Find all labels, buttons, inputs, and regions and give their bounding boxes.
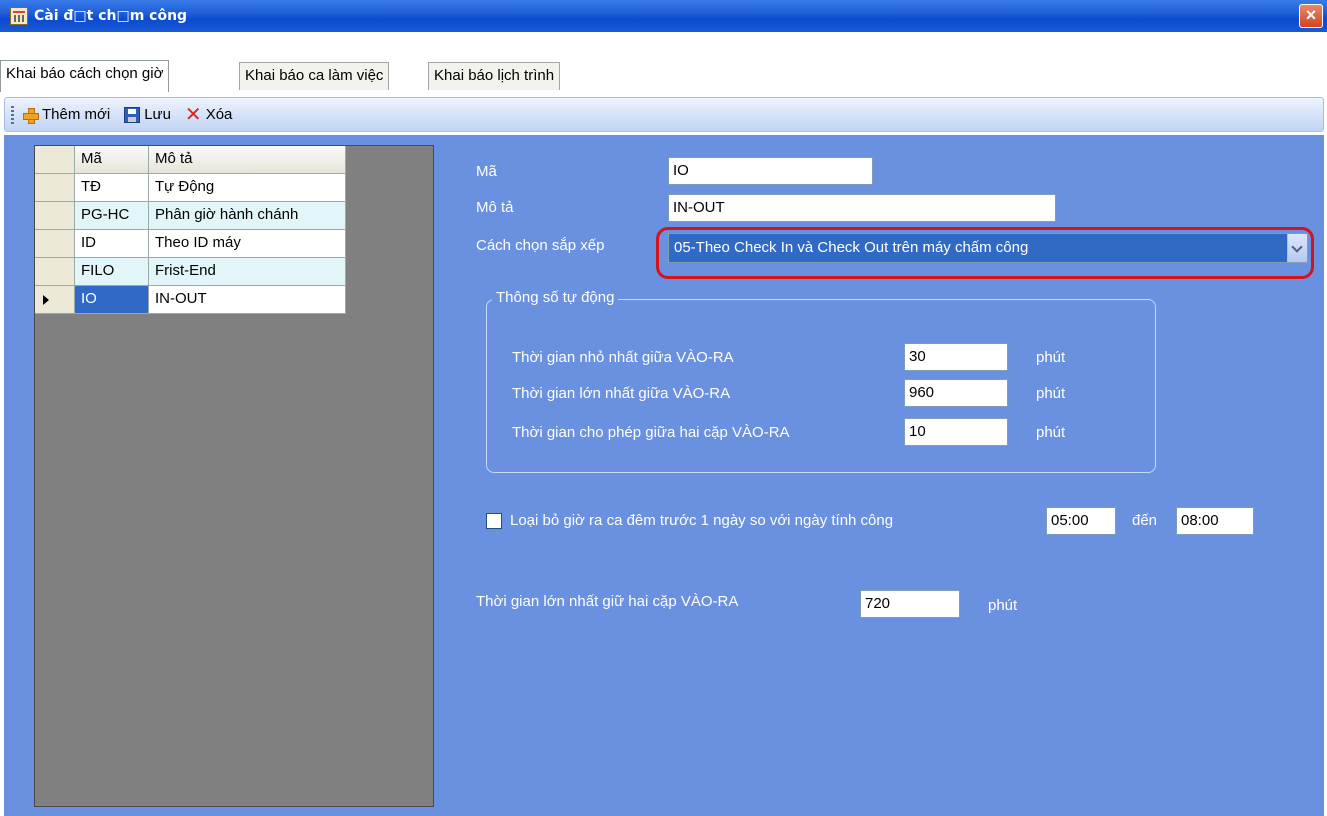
ma-label: Mã: [476, 163, 497, 180]
exclude-to-label: đến: [1132, 512, 1158, 529]
param-label: Thời gian nhỏ nhất giữa VÀO-RA: [512, 349, 734, 366]
param-unit: phút: [1036, 349, 1066, 366]
auto-params-group-title: Thông số tự động: [492, 289, 619, 306]
cell-ma[interactable]: IO: [75, 286, 149, 314]
delete-button[interactable]: ✕ Xóa: [184, 103, 233, 126]
max-time-field[interactable]: 960: [904, 379, 1008, 407]
highlight-outline: [656, 227, 1314, 279]
add-button[interactable]: Thêm mới: [22, 106, 111, 124]
exclude-night-shift-label: Loại bỏ giờ ra ca đêm trước 1 ngày so vớ…: [510, 512, 894, 529]
toolbar: Thêm mới Lưu ✕ Xóa: [4, 97, 1324, 132]
cell-mota[interactable]: Theo ID máy: [149, 230, 346, 258]
param-label: Thời gian cho phép giữa hai cặp VÀO-RA: [512, 424, 790, 441]
sort-method-label: Cách chọn sắp xếp: [476, 237, 605, 254]
save-button[interactable]: Lưu: [124, 106, 171, 123]
max-pair-field[interactable]: 720: [860, 590, 960, 618]
window-title: Cài đ□t ch□m công: [34, 8, 188, 24]
data-grid[interactable]: Mã Mô tả TĐ Tự Động PG-HC Phân giờ hành …: [34, 145, 434, 807]
save-button-label: Lưu: [144, 106, 171, 123]
max-pair-unit: phút: [988, 597, 1018, 614]
param-unit: phút: [1036, 385, 1066, 402]
cell-ma[interactable]: PG-HC: [75, 202, 149, 230]
toolbar-grip[interactable]: [11, 105, 14, 124]
save-icon: [124, 106, 141, 123]
tab-khai-bao-lich-trinh[interactable]: Khai báo lịch trình: [428, 62, 561, 90]
add-icon: [22, 107, 39, 124]
row-header-corner: [35, 146, 75, 174]
tab-strip: Khai báo cách chọn giờ Khai báo ca làm v…: [0, 32, 1327, 92]
main-panel: Mã Mô tả TĐ Tự Động PG-HC Phân giờ hành …: [4, 135, 1324, 816]
window-title-bar: Cài đ□t ch□m công ×: [0, 0, 1327, 32]
tab-khai-bao-ca-lam-viec[interactable]: Khai báo ca làm việc: [239, 62, 390, 90]
param-unit: phút: [1036, 424, 1066, 441]
mota-field[interactable]: IN-OUT: [668, 194, 1056, 222]
max-pair-label: Thời gian lớn nhất giữ hai cặp VÀO-RA: [476, 593, 739, 610]
column-header-ma[interactable]: Mã: [75, 146, 149, 174]
column-header-mota[interactable]: Mô tả: [149, 146, 346, 174]
row-header[interactable]: [35, 230, 75, 258]
min-time-field[interactable]: 30: [904, 343, 1008, 371]
delete-icon: ✕: [184, 103, 202, 126]
ma-field[interactable]: IO: [668, 157, 873, 185]
cell-mota[interactable]: IN-OUT: [149, 286, 346, 314]
cell-mota[interactable]: Phân giờ hành chánh: [149, 202, 346, 230]
tab-khai-bao-cach-chon-gio[interactable]: Khai báo cách chọn giờ: [0, 60, 170, 92]
table-row[interactable]: PG-HC Phân giờ hành chánh: [35, 202, 346, 230]
cell-mota[interactable]: Frist-End: [149, 258, 346, 286]
mota-label: Mô tả: [476, 199, 514, 216]
cell-ma[interactable]: ID: [75, 230, 149, 258]
cell-ma[interactable]: TĐ: [75, 174, 149, 202]
close-button[interactable]: ×: [1299, 4, 1323, 28]
exclude-night-shift-checkbox[interactable]: [486, 513, 502, 529]
grid-header: Mã Mô tả: [35, 146, 346, 174]
table-row-selected[interactable]: IO IN-OUT: [35, 286, 346, 314]
cell-mota[interactable]: Tự Động: [149, 174, 346, 202]
exclude-from-field[interactable]: 05:00: [1046, 507, 1116, 535]
table-row[interactable]: ID Theo ID máy: [35, 230, 346, 258]
delete-button-label: Xóa: [205, 106, 233, 123]
row-header[interactable]: [35, 202, 75, 230]
allowed-time-field[interactable]: 10: [904, 418, 1008, 446]
table-row[interactable]: TĐ Tự Động: [35, 174, 346, 202]
add-button-label: Thêm mới: [42, 106, 111, 123]
row-header[interactable]: [35, 174, 75, 202]
cell-ma[interactable]: FILO: [75, 258, 149, 286]
param-label: Thời gian lớn nhất giữa VÀO-RA: [512, 385, 731, 402]
calendar-icon: [10, 7, 28, 25]
current-row-indicator-icon[interactable]: [35, 286, 75, 314]
row-header[interactable]: [35, 258, 75, 286]
exclude-to-field[interactable]: 08:00: [1176, 507, 1254, 535]
table-row[interactable]: FILO Frist-End: [35, 258, 346, 286]
